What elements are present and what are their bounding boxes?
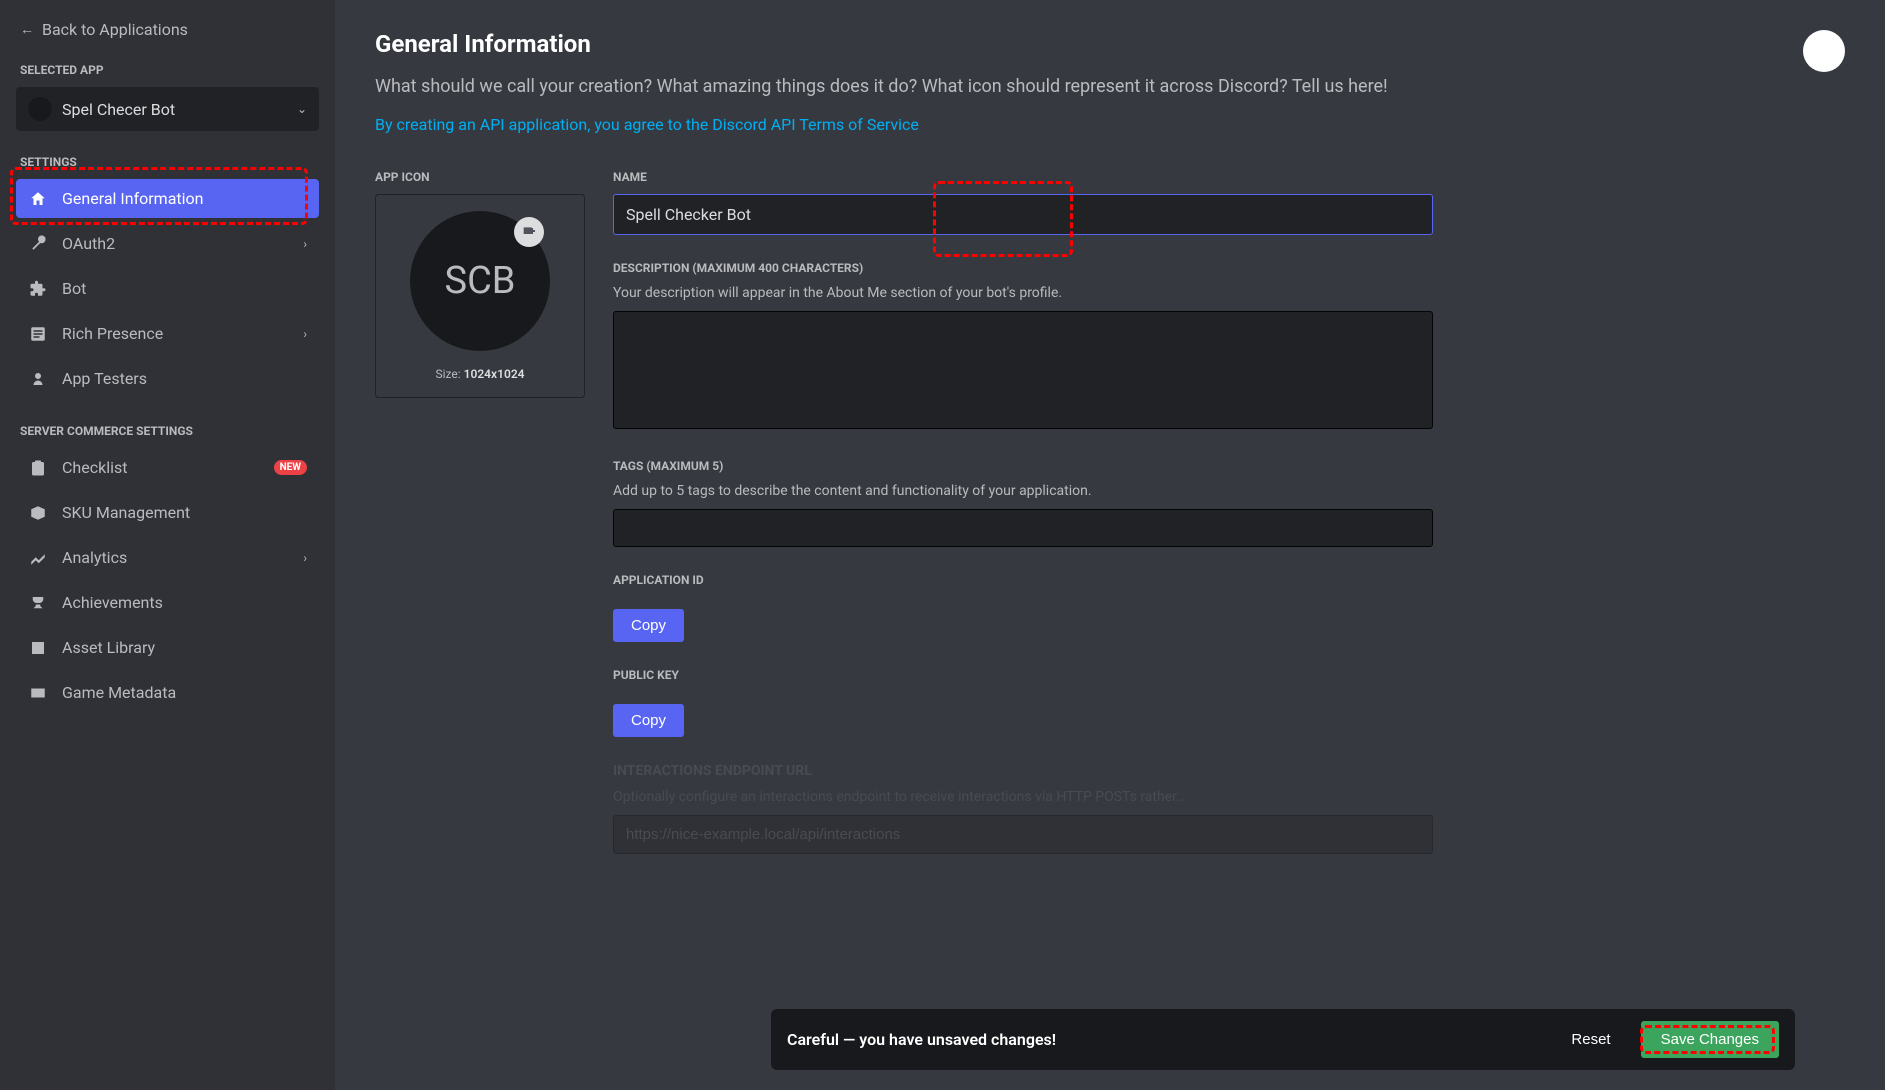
sidebar-item-label: Rich Presence — [62, 324, 163, 343]
home-icon — [28, 190, 48, 208]
chevron-right-icon: › — [303, 237, 307, 251]
user-avatar[interactable] — [1803, 30, 1845, 72]
package-icon — [28, 504, 48, 522]
commerce-header: SERVER COMMERCE SETTINGS — [16, 424, 319, 438]
unsaved-message: Careful — you have unsaved changes! — [787, 1030, 1056, 1049]
description-label: DESCRIPTION (MAXIMUM 400 CHARACTERS) — [613, 261, 1433, 275]
description-input[interactable] — [613, 311, 1433, 429]
sidebar-item-label: General Information — [62, 189, 204, 208]
sidebar: ← Back to Applications SELECTED APP Spel… — [0, 0, 335, 1090]
interactions-helper: Optionally configure an interactions end… — [613, 789, 1433, 805]
sidebar-item-bot[interactable]: Bot — [16, 269, 319, 308]
upload-image-icon — [514, 217, 544, 247]
sidebar-item-achievements[interactable]: Achievements — [16, 583, 319, 622]
app-icon-label: APP ICON — [375, 170, 585, 184]
sidebar-item-label: Checklist — [62, 458, 127, 477]
copy-app-id-button[interactable]: Copy — [613, 609, 684, 642]
chart-icon — [28, 549, 48, 567]
arrow-left-icon: ← — [20, 21, 34, 38]
sidebar-item-label: Achievements — [62, 593, 163, 612]
card-icon — [28, 684, 48, 702]
selected-app-name: Spel Checer Bot — [62, 100, 175, 119]
sidebar-item-rich-presence[interactable]: Rich Presence › — [16, 314, 319, 353]
selected-app-header: SELECTED APP — [16, 63, 319, 77]
tags-helper: Add up to 5 tags to describe the content… — [613, 483, 1433, 499]
puzzle-icon — [28, 280, 48, 298]
app-avatar-icon — [28, 97, 52, 121]
sidebar-item-label: Game Metadata — [62, 683, 176, 702]
sidebar-item-label: OAuth2 — [62, 234, 115, 253]
sidebar-item-label: Bot — [62, 279, 86, 298]
app-icon-uploader[interactable]: SCB Size: 1024x1024 — [375, 194, 585, 398]
interactions-label: INTERACTIONS ENDPOINT URL — [613, 763, 1433, 779]
page-subheading: What should we call your creation? What … — [375, 76, 1388, 97]
sidebar-item-sku-management[interactable]: SKU Management — [16, 493, 319, 532]
description-helper: Your description will appear in the Abou… — [613, 285, 1433, 301]
sidebar-item-label: SKU Management — [62, 503, 190, 522]
main-content: General Information What should we call … — [335, 0, 1885, 1090]
tags-input[interactable] — [613, 509, 1433, 547]
sidebar-item-analytics[interactable]: Analytics › — [16, 538, 319, 577]
image-icon — [28, 639, 48, 657]
public-key-label: PUBLIC KEY — [613, 668, 1433, 682]
unsaved-changes-bar: Careful — you have unsaved changes! Rese… — [771, 1009, 1795, 1070]
new-badge: NEW — [274, 460, 307, 475]
reset-button[interactable]: Reset — [1553, 1023, 1628, 1056]
application-id-label: APPLICATION ID — [613, 573, 1433, 587]
save-changes-button[interactable]: Save Changes — [1641, 1021, 1779, 1058]
sidebar-item-oauth2[interactable]: OAuth2 › — [16, 224, 319, 263]
chevron-down-icon: ⌄ — [297, 102, 307, 116]
sidebar-item-app-testers[interactable]: App Testers — [16, 359, 319, 398]
clipboard-icon — [28, 459, 48, 477]
sidebar-item-label: App Testers — [62, 369, 147, 388]
app-icon-initials: SCB — [445, 259, 516, 303]
tags-label: TAGS (MAXIMUM 5) — [613, 459, 1433, 473]
users-icon — [28, 370, 48, 388]
sidebar-item-general-information[interactable]: General Information — [16, 179, 319, 218]
sidebar-item-checklist[interactable]: Checklist NEW — [16, 448, 319, 487]
document-icon — [28, 325, 48, 343]
app-icon-preview: SCB — [410, 211, 550, 351]
tos-link[interactable]: By creating an API application, you agre… — [375, 115, 919, 134]
name-input[interactable] — [613, 194, 1433, 235]
icon-size-text: Size: 1024x1024 — [435, 367, 524, 381]
sidebar-item-game-metadata[interactable]: Game Metadata — [16, 673, 319, 712]
page-title: General Information — [375, 30, 1388, 58]
sidebar-item-label: Asset Library — [62, 638, 155, 657]
wrench-icon — [28, 235, 48, 253]
name-label: NAME — [613, 170, 1433, 184]
app-selector[interactable]: Spel Checer Bot ⌄ — [16, 87, 319, 131]
copy-public-key-button[interactable]: Copy — [613, 704, 684, 737]
sidebar-item-asset-library[interactable]: Asset Library — [16, 628, 319, 667]
sidebar-item-label: Analytics — [62, 548, 127, 567]
settings-header: SETTINGS — [16, 155, 319, 169]
back-link-text: Back to Applications — [42, 20, 188, 39]
interactions-url-input[interactable] — [613, 815, 1433, 854]
trophy-icon — [28, 594, 48, 612]
chevron-right-icon: › — [303, 551, 307, 565]
chevron-right-icon: › — [303, 327, 307, 341]
back-to-applications-link[interactable]: ← Back to Applications — [16, 20, 319, 39]
